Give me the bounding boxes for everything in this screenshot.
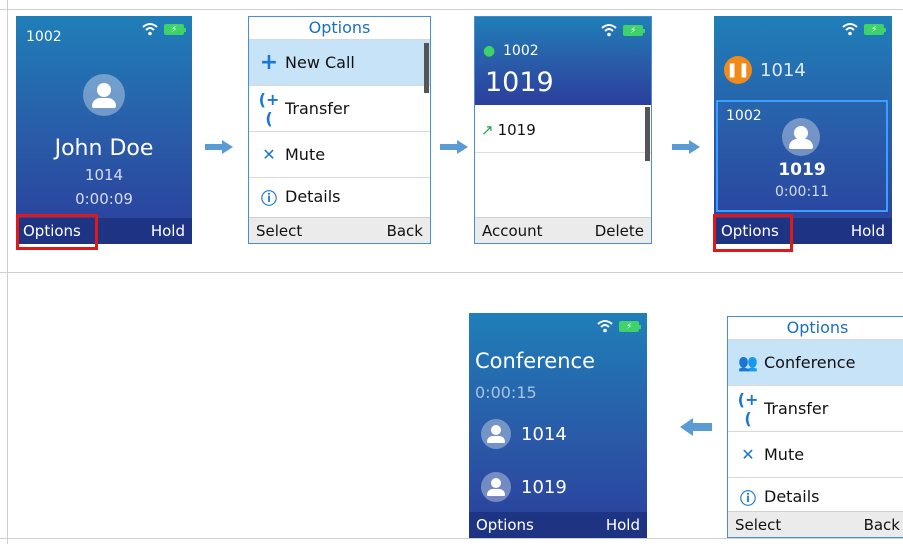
- dial-input[interactable]: 1019: [485, 67, 554, 98]
- transfer-icon: (+(: [737, 389, 759, 428]
- battery-charging-icon: ⚡: [864, 23, 886, 35]
- menu-item-details[interactable]: ⓘ Details: [728, 477, 903, 515]
- softkey-delete[interactable]: Delete: [595, 222, 644, 240]
- screen-dialer: ⚡ ● 1002 1019 ↗ 1019 Account Delete: [474, 16, 652, 244]
- softkey-back[interactable]: Back: [864, 516, 900, 534]
- info-icon: ⓘ: [739, 488, 756, 508]
- softkey-options[interactable]: Options: [476, 516, 534, 534]
- menu-item-label: Mute: [285, 145, 326, 164]
- avatar: [481, 472, 511, 502]
- wifi-icon: [842, 23, 858, 36]
- status-bar: ⚡: [601, 23, 645, 37]
- menu-item-mute[interactable]: ✕ Mute: [728, 431, 903, 477]
- status-bar: ⚡: [142, 22, 186, 36]
- hold-icon: ❚❚: [724, 56, 752, 84]
- suggestion-number: 1019: [497, 120, 536, 139]
- softkey-bar: Select Back: [249, 217, 430, 243]
- softkey-bar: Account Delete: [475, 217, 651, 243]
- participant-number: 1019: [521, 476, 567, 498]
- account-icon: ●: [483, 43, 496, 59]
- screen-two-calls: ⚡ ❚❚ 1014 1002 1019 0:00:11 Options Hold: [714, 16, 892, 244]
- outgoing-call-icon: ↗: [481, 120, 494, 139]
- mute-icon: ✕: [262, 145, 276, 164]
- scrollbar[interactable]: [645, 107, 650, 161]
- suggestion-row[interactable]: ↗ 1019: [475, 107, 651, 153]
- conference-icon: 👥: [738, 353, 758, 372]
- call-duration: 0:00:11: [775, 184, 829, 200]
- screen-active-call: ⚡ 1002 John Doe 1014 0:00:09 Options Hol…: [16, 16, 192, 244]
- caller-name: John Doe: [54, 136, 154, 161]
- plus-icon: +: [259, 50, 279, 75]
- call-number: 1019: [778, 160, 826, 180]
- account-label: 1002: [26, 29, 62, 45]
- menu-item-label: Details: [764, 487, 820, 506]
- participant-row[interactable]: 1014: [469, 419, 647, 449]
- divider-bottom: [0, 538, 903, 539]
- divider-left: [7, 0, 8, 544]
- arrow-left-icon: [680, 418, 712, 436]
- highlight-options: [713, 214, 793, 252]
- arrow-right-icon: [440, 140, 468, 154]
- held-call-number: 1014: [760, 60, 806, 81]
- avatar: [782, 118, 820, 156]
- active-call-card[interactable]: 1002 1019 0:00:11: [716, 100, 888, 212]
- menu-item-transfer[interactable]: (+( Transfer: [249, 85, 430, 131]
- call-duration: 0:00:09: [75, 190, 133, 208]
- arrow-right-icon: [672, 140, 700, 154]
- divider-top: [0, 9, 903, 10]
- battery-charging-icon: ⚡: [623, 24, 645, 36]
- wifi-icon: [142, 23, 158, 36]
- avatar: [481, 419, 511, 449]
- softkey-hold[interactable]: Hold: [606, 516, 640, 534]
- menu-title: Options: [786, 318, 849, 337]
- screen-options-menu: Options + New Call (+( Transfer ✕ Mute ⓘ…: [248, 16, 431, 244]
- mute-icon: ✕: [741, 445, 755, 464]
- softkey-select[interactable]: Select: [256, 222, 302, 240]
- menu-item-label: Conference: [764, 353, 856, 372]
- account-label: 1002: [726, 108, 762, 124]
- menu-item-label: Details: [285, 187, 341, 206]
- highlight-options: [16, 214, 98, 250]
- battery-charging-icon: ⚡: [619, 320, 641, 332]
- battery-charging-icon: ⚡: [164, 23, 186, 35]
- account-label: 1002: [503, 43, 539, 59]
- participant-number: 1014: [521, 423, 567, 445]
- menu-item-mute[interactable]: ✕ Mute: [249, 131, 430, 177]
- softkey-hold[interactable]: Hold: [851, 222, 885, 240]
- scrollbar[interactable]: [424, 43, 429, 93]
- divider-middle: [0, 272, 903, 273]
- menu-title: Options: [308, 18, 371, 37]
- softkey-hold[interactable]: Hold: [151, 222, 185, 240]
- softkey-back[interactable]: Back: [387, 222, 423, 240]
- conference-title: Conference: [475, 349, 596, 373]
- menu-item-transfer[interactable]: (+( Transfer: [728, 385, 903, 431]
- screen-conference: ⚡ Conference 0:00:15 1014 1019 Options H…: [469, 313, 647, 538]
- wifi-icon: [597, 320, 613, 333]
- menu-item-label: Mute: [764, 445, 805, 464]
- status-bar: ⚡: [597, 319, 641, 333]
- arrow-right-icon: [205, 140, 233, 154]
- menu-item-label: Transfer: [285, 99, 350, 118]
- softkey-select[interactable]: Select: [735, 516, 781, 534]
- avatar: [83, 74, 125, 116]
- wifi-icon: [601, 24, 617, 37]
- status-bar: ⚡: [842, 22, 886, 36]
- info-icon: ⓘ: [260, 188, 277, 208]
- transfer-icon: (+(: [258, 89, 280, 128]
- softkey-bar: Select Back: [728, 511, 903, 537]
- menu-item-conference[interactable]: 👥 Conference: [728, 339, 903, 385]
- menu-item-label: Transfer: [764, 399, 829, 418]
- menu-item-label: New Call: [285, 53, 355, 72]
- participant-row[interactable]: 1019: [469, 472, 647, 502]
- menu-item-details[interactable]: ⓘ Details: [249, 177, 430, 215]
- caller-number: 1014: [84, 166, 124, 184]
- softkey-bar: Options Hold: [469, 512, 647, 538]
- menu-item-new-call[interactable]: + New Call: [249, 39, 430, 85]
- call-duration: 0:00:15: [475, 383, 537, 402]
- screen-options-menu-conference: Options 👥 Conference (+( Transfer ✕ Mute…: [727, 316, 903, 538]
- softkey-account[interactable]: Account: [482, 222, 543, 240]
